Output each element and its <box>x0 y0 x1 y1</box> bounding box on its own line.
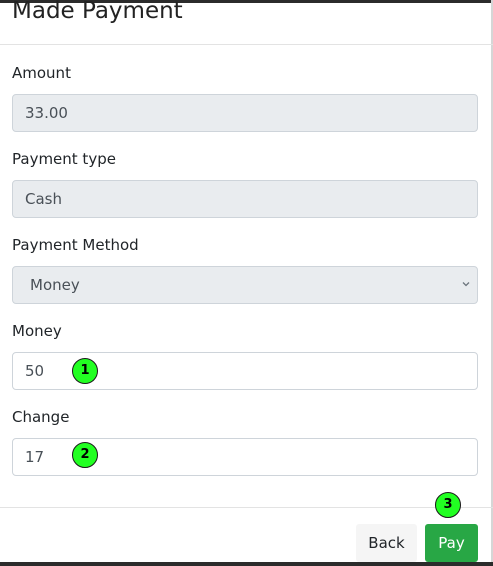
payment-method-select[interactable]: Money <box>12 266 478 304</box>
change-label: Change <box>12 408 70 426</box>
amount-value: 33.00 <box>25 104 68 122</box>
amount-field: 33.00 <box>12 94 478 132</box>
payment-type-value: Cash <box>25 190 62 208</box>
money-value: 50 <box>25 362 45 380</box>
footer-divider <box>0 507 493 508</box>
header-divider <box>0 44 493 45</box>
back-button[interactable]: Back <box>356 524 417 562</box>
payment-type-label: Payment type <box>12 150 116 168</box>
annotation-marker-2: 2 <box>72 442 98 468</box>
chevron-down-icon <box>462 282 470 287</box>
payment-method-selected: Money <box>30 276 80 294</box>
window-bottom-edge <box>0 562 493 566</box>
annotation-marker-1: 1 <box>72 358 98 384</box>
modal-title: Made Payment <box>12 0 183 24</box>
money-label: Money <box>12 322 62 340</box>
amount-label: Amount <box>12 64 71 82</box>
payment-modal: Made Payment Amount 33.00 Payment type C… <box>0 0 493 566</box>
change-value: 17 <box>25 448 45 466</box>
payment-type-field: Cash <box>12 180 478 218</box>
annotation-marker-3: 3 <box>435 492 461 518</box>
pay-button[interactable]: Pay <box>425 524 478 562</box>
payment-method-label: Payment Method <box>12 236 139 254</box>
